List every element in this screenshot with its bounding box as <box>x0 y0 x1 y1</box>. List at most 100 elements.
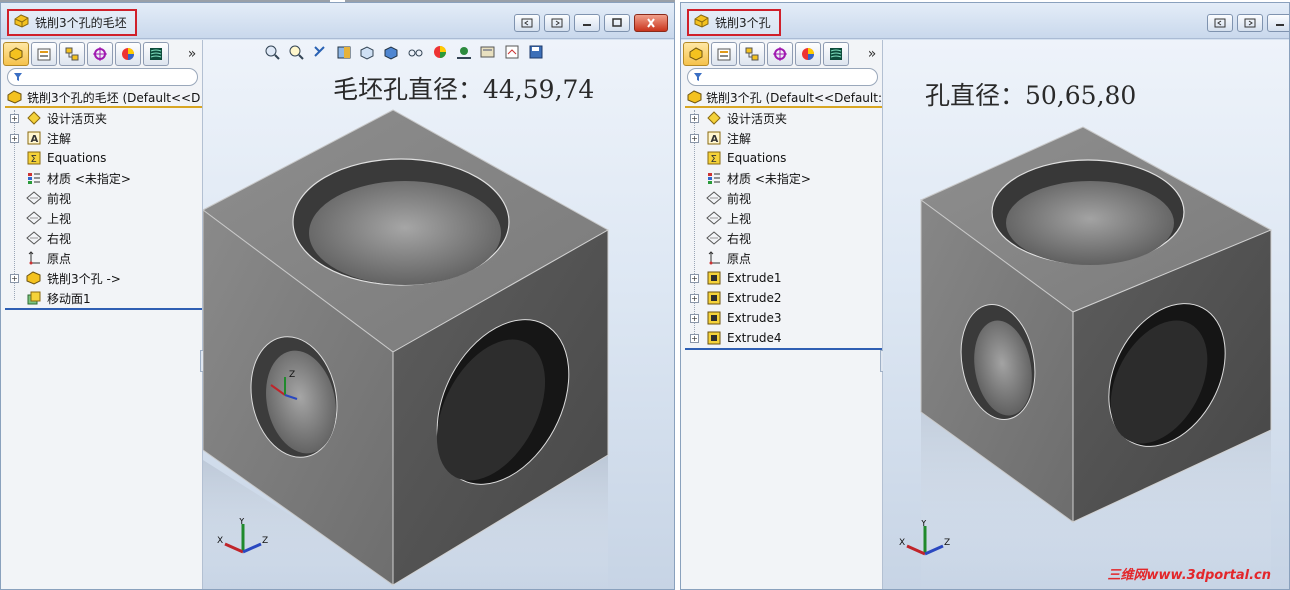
tree-item-label: 上视 <box>47 211 72 226</box>
tree-item[interactable]: + 设计活页夹 <box>5 108 202 128</box>
sketch-ink-icon[interactable] <box>143 42 169 66</box>
binder-icon <box>705 110 722 127</box>
dimxpert-icon[interactable] <box>767 42 793 66</box>
more-tabs-button[interactable]: » <box>184 42 200 66</box>
dimxpert-icon[interactable] <box>87 42 113 66</box>
tree-item-label: 铣削3个孔 -> <box>47 271 121 286</box>
right-feature-manager: » 铣削3个孔 (Default<<Default: + 设计活页夹 + A 注解 Σ Eq… <box>681 40 886 589</box>
tree-item[interactable]: 移动面1 <box>5 288 202 308</box>
tree-item-label: Extrude1 <box>727 271 782 285</box>
tree-item[interactable]: + Extrude1 <box>685 268 882 288</box>
property-manager-icon[interactable] <box>711 42 737 66</box>
origin-icon <box>705 250 722 267</box>
plane-icon <box>25 190 42 207</box>
tree-item[interactable]: + A 注解 <box>685 128 882 148</box>
tree-item-label: 注解 <box>47 131 72 146</box>
expand-toggle[interactable]: + <box>690 313 699 323</box>
tree-item[interactable]: 材质 <未指定> <box>5 168 202 188</box>
tree-item-label: Extrude3 <box>727 311 782 325</box>
svg-text:A: A <box>30 134 38 145</box>
tree-item[interactable]: + A 注解 <box>5 128 202 148</box>
reference-triad: Y X Z <box>899 520 950 556</box>
expand-toggle[interactable]: + <box>690 333 699 343</box>
previous-window-button[interactable] <box>1207 14 1233 32</box>
annotation-icon: A <box>25 130 42 147</box>
tree-item-label: Extrude4 <box>727 331 782 345</box>
expand-toggle[interactable]: + <box>10 133 19 143</box>
expand-toggle[interactable]: + <box>10 113 19 123</box>
cube-model: Z <box>203 109 610 589</box>
property-manager-icon[interactable] <box>31 42 57 66</box>
tree-filter-input[interactable] <box>687 68 878 86</box>
extrude-icon <box>705 270 722 287</box>
minimize-button[interactable] <box>1267 14 1289 32</box>
tree-item[interactable]: + Extrude3 <box>685 308 882 328</box>
tree-item[interactable]: Σ Equations <box>685 148 882 168</box>
feature-manager-icon[interactable] <box>683 42 709 66</box>
material-icon <box>705 170 722 187</box>
display-manager-icon[interactable] <box>795 42 821 66</box>
next-window-button[interactable] <box>544 14 570 32</box>
tree-items: + 设计活页夹 + A 注解 Σ Equations 材质 <未指定> 前视 上视 右视 原点 + Ext… <box>685 108 882 350</box>
tree-item[interactable]: + Extrude2 <box>685 288 882 308</box>
configuration-manager-icon[interactable] <box>59 42 85 66</box>
sketch-ink-icon[interactable] <box>823 42 849 66</box>
tree-item[interactable]: 原点 <box>685 248 882 268</box>
part-icon <box>25 270 42 287</box>
tree-item[interactable]: Σ Equations <box>5 148 202 168</box>
tree-root[interactable]: 铣削3个孔 (Default<<Default: <box>685 88 882 108</box>
equations-icon: Σ <box>705 150 722 167</box>
tree-item[interactable]: + 铣削3个孔 -> <box>5 268 202 288</box>
tree-item[interactable]: 原点 <box>5 248 202 268</box>
tree-item-label: Equations <box>47 151 107 165</box>
tree-item[interactable]: 右视 <box>5 228 202 248</box>
tree-item-label: 上视 <box>727 211 752 226</box>
tree-item-label: 原点 <box>47 251 72 266</box>
expand-toggle[interactable]: + <box>690 133 699 143</box>
plane-icon <box>705 210 722 227</box>
svg-text:Σ: Σ <box>710 154 716 165</box>
tree-item[interactable]: 前视 <box>685 188 882 208</box>
tree-item-label: 前视 <box>47 191 72 206</box>
svg-text:Σ: Σ <box>30 154 36 165</box>
tree-item[interactable]: 上视 <box>5 208 202 228</box>
triad-z-label: Z <box>262 536 268 546</box>
close-button[interactable] <box>634 14 668 32</box>
tree-root[interactable]: 铣削3个孔的毛坯 (Default<<D <box>5 88 202 108</box>
tree-item[interactable]: 材质 <未指定> <box>685 168 882 188</box>
right-titlebar: 铣削3个孔 <box>681 3 1289 39</box>
plane-icon <box>25 210 42 227</box>
tree-item[interactable]: 右视 <box>685 228 882 248</box>
display-manager-icon[interactable] <box>115 42 141 66</box>
tree-root-label: 铣削3个孔的毛坯 (Default<<D <box>27 90 201 105</box>
expand-toggle[interactable]: + <box>10 273 19 283</box>
maximize-button[interactable] <box>604 14 630 32</box>
triad-y-label: Y <box>238 518 245 527</box>
extrude-icon <box>705 310 722 327</box>
tree-filter-input[interactable] <box>7 68 198 86</box>
part-icon <box>687 90 702 104</box>
plane-icon <box>705 190 722 207</box>
triad-x-label: X <box>217 536 223 546</box>
expand-toggle[interactable]: + <box>690 273 699 283</box>
previous-window-button[interactable] <box>514 14 540 32</box>
tree-item[interactable]: + 设计活页夹 <box>685 108 882 128</box>
left-graphics-area[interactable]: 毛坯孔直径：44,59,74 Z Y X Z <box>203 40 674 589</box>
configuration-manager-icon[interactable] <box>739 42 765 66</box>
plane-icon <box>25 230 42 247</box>
tree-end-line <box>5 308 202 310</box>
tree-item[interactable]: + Extrude4 <box>685 328 882 348</box>
tree-item-label: 前视 <box>727 191 752 206</box>
more-tabs-button[interactable]: » <box>864 42 880 66</box>
expand-toggle[interactable]: + <box>690 293 699 303</box>
next-window-button[interactable] <box>1237 14 1263 32</box>
tree-item[interactable]: 上视 <box>685 208 882 228</box>
tree-item[interactable]: 前视 <box>5 188 202 208</box>
expand-toggle[interactable]: + <box>690 113 699 123</box>
feature-manager-icon[interactable] <box>3 42 29 66</box>
annotation-icon: A <box>705 130 722 147</box>
right-graphics-area[interactable]: 孔直径：50,65,80 Y X Z 三维网www.3dportal.cn <box>883 40 1289 589</box>
minimize-button[interactable] <box>574 14 600 32</box>
filter-icon <box>14 73 22 81</box>
extrude-icon <box>705 290 722 307</box>
